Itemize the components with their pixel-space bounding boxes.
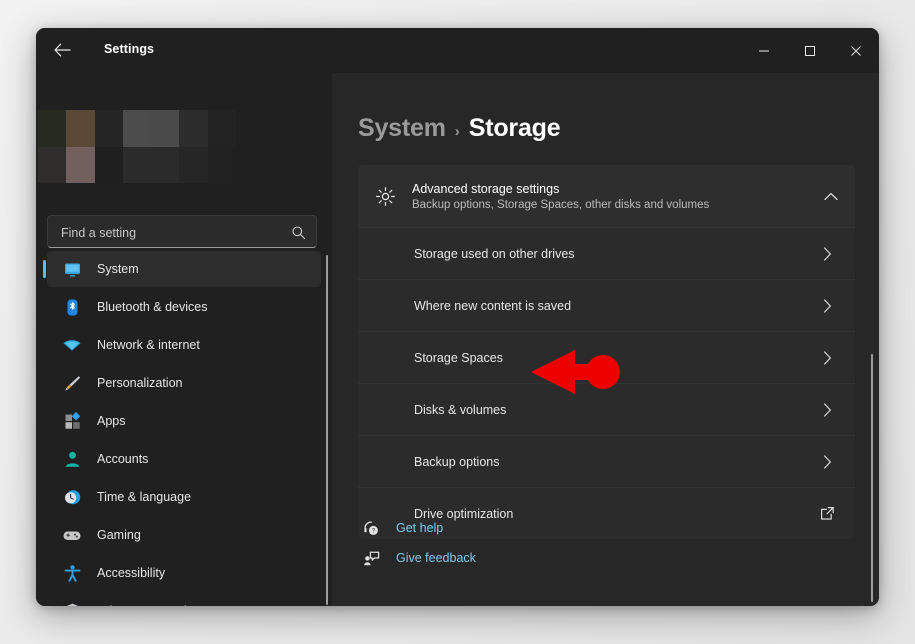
give-feedback-link[interactable]: Give feedback bbox=[358, 543, 476, 573]
window-title: Settings bbox=[104, 42, 154, 56]
chevron-right-icon bbox=[815, 384, 839, 435]
selection-indicator bbox=[43, 260, 46, 278]
sidebar-item-label: Apps bbox=[97, 414, 126, 428]
search-icon bbox=[288, 222, 308, 242]
wifi-icon bbox=[59, 336, 85, 355]
gamepad-icon bbox=[59, 526, 85, 545]
sidebar-item-label: Accessibility bbox=[97, 566, 165, 580]
table-row-disks-volumes[interactable]: Disks & volumes bbox=[358, 383, 855, 435]
card-header[interactable]: Advanced storage settings Backup options… bbox=[358, 165, 855, 227]
bluetooth-icon bbox=[59, 298, 85, 317]
main-scrollbar[interactable] bbox=[871, 354, 873, 602]
sidebar-item-label: Privacy & security bbox=[97, 604, 196, 606]
person-icon bbox=[59, 450, 85, 469]
user-profile-redacted bbox=[38, 110, 236, 183]
sidebar-nav: System Bluetooth & devices Network & int… bbox=[36, 251, 332, 606]
sidebar-item-label: Bluetooth & devices bbox=[97, 300, 208, 314]
help-headset-icon: ? bbox=[358, 520, 384, 537]
card-title: Advanced storage settings bbox=[412, 182, 807, 196]
close-icon bbox=[850, 45, 862, 57]
sidebar-item-personalization[interactable]: Personalization bbox=[47, 365, 321, 401]
row-label: Disks & volumes bbox=[414, 403, 506, 417]
title-bar: Settings bbox=[36, 28, 879, 73]
row-label: Storage Spaces bbox=[414, 351, 503, 365]
search-box[interactable] bbox=[47, 215, 317, 248]
shield-icon bbox=[59, 602, 85, 607]
card-subtitle: Backup options, Storage Spaces, other di… bbox=[412, 199, 807, 211]
sidebar-item-label: System bbox=[97, 262, 139, 276]
feedback-icon bbox=[358, 550, 384, 567]
close-button[interactable] bbox=[833, 28, 879, 73]
sidebar-item-accessibility[interactable]: Accessibility bbox=[47, 555, 321, 591]
breadcrumb: System › Storage bbox=[358, 114, 560, 143]
page-title: Storage bbox=[469, 114, 561, 143]
maximize-button[interactable] bbox=[787, 28, 833, 73]
card-header-texts: Advanced storage settings Backup options… bbox=[412, 182, 807, 211]
chevron-right-icon bbox=[815, 332, 839, 383]
sidebar-item-privacy-security[interactable]: Privacy & security bbox=[47, 593, 321, 606]
sidebar-item-label: Accounts bbox=[97, 452, 148, 466]
footer-links: ? Get help Give feedback bbox=[358, 513, 476, 573]
row-label: Backup options bbox=[414, 455, 499, 469]
clock-globe-icon bbox=[59, 488, 85, 507]
monitor-icon bbox=[59, 260, 85, 279]
row-label: Where new content is saved bbox=[414, 299, 571, 313]
table-row[interactable]: Backup options bbox=[358, 435, 855, 487]
sidebar: System Bluetooth & devices Network & int… bbox=[36, 73, 332, 606]
sidebar-item-gaming[interactable]: Gaming bbox=[47, 517, 321, 553]
chevron-right-icon bbox=[815, 280, 839, 331]
advanced-storage-settings-card: Advanced storage settings Backup options… bbox=[358, 165, 855, 539]
get-help-link[interactable]: ? Get help bbox=[358, 513, 476, 543]
gear-icon bbox=[358, 186, 412, 207]
row-label: Storage used on other drives bbox=[414, 247, 575, 261]
paintbrush-icon bbox=[59, 374, 85, 393]
back-arrow-icon bbox=[54, 43, 71, 57]
settings-window: Settings bbox=[36, 28, 879, 606]
sidebar-item-label: Network & internet bbox=[97, 338, 200, 352]
sidebar-scrollbar[interactable] bbox=[326, 255, 328, 605]
main-content: System › Storage bbox=[332, 73, 879, 606]
sidebar-item-system[interactable]: System bbox=[47, 251, 321, 287]
accessibility-icon bbox=[59, 564, 85, 583]
sidebar-item-bluetooth-devices[interactable]: Bluetooth & devices bbox=[47, 289, 321, 325]
minimize-icon bbox=[758, 45, 770, 57]
chevron-up-icon[interactable] bbox=[807, 192, 855, 201]
chevron-right-icon bbox=[815, 436, 839, 487]
breadcrumb-parent[interactable]: System bbox=[358, 114, 446, 143]
maximize-icon bbox=[804, 45, 816, 57]
sidebar-item-label: Personalization bbox=[97, 376, 182, 390]
external-link-icon bbox=[815, 488, 839, 539]
sidebar-item-accounts[interactable]: Accounts bbox=[47, 441, 321, 477]
breadcrumb-separator: › bbox=[455, 123, 460, 140]
sidebar-item-apps[interactable]: Apps bbox=[47, 403, 321, 439]
apps-grid-icon bbox=[59, 412, 85, 431]
back-button[interactable] bbox=[44, 34, 80, 66]
sidebar-item-network-internet[interactable]: Network & internet bbox=[47, 327, 321, 363]
table-row[interactable]: Storage used on other drives bbox=[358, 227, 855, 279]
magnifier-glyph bbox=[291, 225, 306, 240]
search-input[interactable] bbox=[59, 216, 278, 249]
link-label: Give feedback bbox=[396, 551, 476, 565]
link-label: Get help bbox=[396, 521, 443, 535]
sidebar-item-label: Time & language bbox=[97, 490, 191, 504]
sidebar-item-label: Gaming bbox=[97, 528, 141, 542]
chevron-right-icon bbox=[815, 228, 839, 279]
table-row[interactable]: Where new content is saved bbox=[358, 279, 855, 331]
minimize-button[interactable] bbox=[741, 28, 787, 73]
table-row[interactable]: Storage Spaces bbox=[358, 331, 855, 383]
sidebar-item-time-language[interactable]: Time & language bbox=[47, 479, 321, 515]
screen: Settings bbox=[0, 0, 915, 644]
